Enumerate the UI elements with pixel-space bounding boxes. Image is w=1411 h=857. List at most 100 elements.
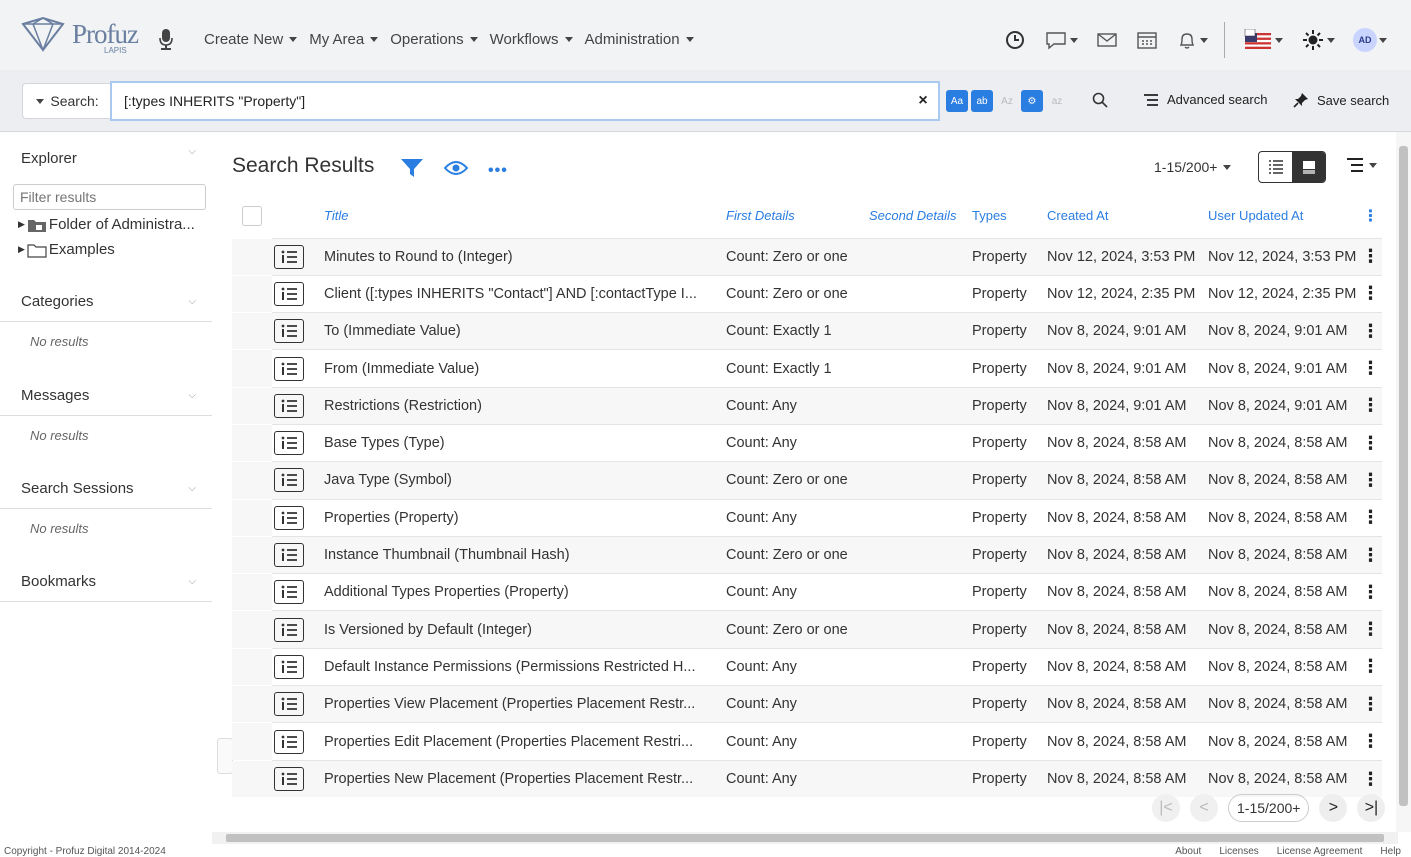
sort-alpha-toggle[interactable]: Az bbox=[996, 90, 1018, 112]
row-actions-icon[interactable]: ⋮ bbox=[1359, 685, 1382, 723]
row-title[interactable]: Is Versioned by Default (Integer) bbox=[322, 610, 724, 649]
row-title[interactable]: From (Immediate Value) bbox=[322, 349, 724, 388]
sidebar-section-explorer[interactable]: Explorer ⌵ bbox=[0, 132, 212, 184]
column-options-icon[interactable]: ⋮ bbox=[1359, 194, 1382, 238]
tree-item-examples[interactable]: ▶ Examples bbox=[0, 237, 212, 262]
calendar-icon[interactable] bbox=[1136, 30, 1158, 50]
column-types[interactable]: Types bbox=[970, 194, 1045, 238]
filter-icon[interactable] bbox=[400, 158, 424, 181]
table-row[interactable]: Properties Edit Placement (Properties Pl… bbox=[232, 722, 1382, 761]
page-indicator[interactable]: 1-15/200+ bbox=[1228, 794, 1310, 822]
sidebar-section-messages[interactable]: Messages ⌵ bbox=[0, 376, 212, 416]
paging-dropdown[interactable]: 1-15/200+ bbox=[1154, 159, 1232, 175]
row-actions-icon[interactable]: ⋮ bbox=[1359, 573, 1382, 611]
advanced-search-button[interactable]: Advanced search bbox=[1143, 92, 1267, 107]
row-actions-icon[interactable]: ⋮ bbox=[1359, 237, 1382, 276]
table-row[interactable]: Base Types (Type) Count: Any Property Nov 8… bbox=[232, 423, 1382, 462]
row-title[interactable]: Instance Thumbnail (Thumbnail Hash) bbox=[322, 535, 724, 574]
table-row[interactable]: Instance Thumbnail (Thumbnail Hash) Count… bbox=[232, 535, 1382, 574]
menu-operations[interactable]: Operations bbox=[390, 31, 478, 48]
sort-numeric-toggle[interactable]: az bbox=[1046, 90, 1068, 112]
menu-my-area[interactable]: My Area bbox=[309, 31, 379, 48]
more-options-icon[interactable]: ••• bbox=[488, 162, 508, 180]
table-row[interactable]: Additional Types Properties (Property) Co… bbox=[232, 573, 1382, 611]
match-case-toggle[interactable]: Aa bbox=[946, 90, 968, 112]
profuz-logo[interactable]: Profuz LAPIS bbox=[18, 14, 139, 55]
row-title[interactable]: Minutes to Round to (Integer) bbox=[322, 237, 724, 276]
settings-toggle[interactable]: ⚙ bbox=[1021, 90, 1043, 112]
table-row[interactable]: Java Type (Symbol) Count: Zero or one Prop… bbox=[232, 461, 1382, 500]
horizontal-scrollbar[interactable] bbox=[212, 832, 1398, 844]
footer-link-about[interactable]: About bbox=[1175, 846, 1201, 857]
menu-administration[interactable]: Administration bbox=[585, 31, 694, 48]
row-actions-icon[interactable]: ⋮ bbox=[1359, 312, 1382, 350]
table-row[interactable]: Properties New Placement (Properties Pla… bbox=[232, 759, 1382, 798]
row-title[interactable]: To (Immediate Value) bbox=[322, 312, 724, 350]
previous-page-button[interactable]: < bbox=[1190, 794, 1218, 822]
vertical-scrollbar[interactable] bbox=[1396, 132, 1411, 832]
list-view-button[interactable] bbox=[1259, 152, 1292, 182]
row-actions-icon[interactable]: ⋮ bbox=[1359, 349, 1382, 388]
history-icon[interactable] bbox=[1004, 29, 1026, 51]
row-actions-icon[interactable]: ⋮ bbox=[1359, 461, 1382, 500]
row-title[interactable]: Java Type (Symbol) bbox=[322, 461, 724, 500]
sidebar-section-categories[interactable]: Categories ⌵ bbox=[0, 282, 212, 322]
whole-word-toggle[interactable]: ab bbox=[971, 90, 993, 112]
save-search-button[interactable]: Save search bbox=[1293, 92, 1389, 108]
microphone-icon[interactable] bbox=[158, 28, 174, 53]
row-title[interactable]: Restrictions (Restriction) bbox=[322, 386, 724, 425]
row-actions-icon[interactable]: ⋮ bbox=[1359, 535, 1382, 574]
row-actions-icon[interactable]: ⋮ bbox=[1359, 610, 1382, 649]
clear-search-icon[interactable]: × bbox=[908, 92, 938, 110]
table-row[interactable]: Properties (Property) Count: Any Property N… bbox=[232, 498, 1382, 537]
table-row[interactable]: Is Versioned by Default (Integer) Count: … bbox=[232, 610, 1382, 649]
last-page-button[interactable]: >| bbox=[1357, 794, 1386, 822]
column-second-details[interactable]: Second Details bbox=[867, 194, 970, 238]
eye-icon[interactable] bbox=[443, 160, 469, 179]
table-row[interactable]: Default Instance Permissions (Permission… bbox=[232, 647, 1382, 686]
tree-item-admin-folder[interactable]: ▶ Folder of Administra... bbox=[0, 212, 212, 237]
table-row[interactable]: Minutes to Round to (Integer) Count: Zero… bbox=[232, 237, 1382, 276]
language-selector[interactable] bbox=[1243, 29, 1283, 51]
row-title[interactable]: Additional Types Properties (Property) bbox=[322, 573, 724, 611]
row-title[interactable]: Client ([:types INHERITS "Contact"] AND … bbox=[322, 274, 724, 313]
column-created-at[interactable]: Created At bbox=[1045, 194, 1206, 238]
column-menu-button[interactable] bbox=[1346, 158, 1377, 172]
row-actions-icon[interactable]: ⋮ bbox=[1359, 647, 1382, 686]
scrollbar-thumb[interactable] bbox=[1399, 146, 1408, 806]
table-row[interactable]: Client ([:types INHERITS "Contact"] AND … bbox=[232, 274, 1382, 313]
row-actions-icon[interactable]: ⋮ bbox=[1359, 274, 1382, 313]
row-title[interactable]: Properties View Placement (Properties Pl… bbox=[322, 685, 724, 723]
sidebar-section-search-sessions[interactable]: Search Sessions ⌵ bbox=[0, 469, 212, 509]
row-actions-icon[interactable]: ⋮ bbox=[1359, 498, 1382, 537]
sidebar-resize-handle[interactable] bbox=[217, 738, 233, 774]
row-actions-icon[interactable]: ⋮ bbox=[1359, 759, 1382, 798]
footer-link-license-agreement[interactable]: License Agreement bbox=[1277, 846, 1363, 857]
next-page-button[interactable]: > bbox=[1319, 794, 1348, 822]
table-row[interactable]: From (Immediate Value) Count: Exactly 1 Pr… bbox=[232, 349, 1382, 388]
mail-icon[interactable] bbox=[1096, 31, 1118, 49]
table-row[interactable]: Properties View Placement (Properties Pl… bbox=[232, 685, 1382, 723]
select-all-checkbox[interactable] bbox=[242, 205, 262, 226]
footer-link-help[interactable]: Help bbox=[1380, 846, 1401, 857]
column-first-details[interactable]: First Details bbox=[724, 194, 867, 238]
sidebar-section-bookmarks[interactable]: Bookmarks ⌵ bbox=[0, 562, 212, 602]
row-title[interactable]: Base Types (Type) bbox=[322, 423, 724, 462]
theme-sun-icon[interactable] bbox=[1301, 28, 1335, 52]
row-actions-icon[interactable]: ⋮ bbox=[1359, 722, 1382, 761]
first-page-button[interactable]: |< bbox=[1152, 794, 1180, 822]
table-row[interactable]: To (Immediate Value) Count: Exactly 1 Prop… bbox=[232, 312, 1382, 350]
scrollbar-thumb[interactable] bbox=[226, 834, 1384, 842]
bell-icon[interactable] bbox=[1176, 29, 1208, 51]
detail-view-button[interactable] bbox=[1292, 152, 1325, 182]
search-scope-dropdown[interactable]: Search: bbox=[22, 83, 110, 119]
menu-create-new[interactable]: Create New bbox=[204, 31, 298, 48]
footer-link-licenses[interactable]: Licenses bbox=[1219, 846, 1258, 857]
table-row[interactable]: Restrictions (Restriction) Count: Any Prop… bbox=[232, 386, 1382, 425]
row-actions-icon[interactable]: ⋮ bbox=[1359, 386, 1382, 425]
column-user-updated-at[interactable]: User Updated At bbox=[1206, 194, 1359, 238]
filter-results-input[interactable] bbox=[13, 184, 206, 210]
row-actions-icon[interactable]: ⋮ bbox=[1359, 423, 1382, 462]
search-input[interactable] bbox=[112, 93, 908, 109]
row-title[interactable]: Properties (Property) bbox=[322, 498, 724, 537]
